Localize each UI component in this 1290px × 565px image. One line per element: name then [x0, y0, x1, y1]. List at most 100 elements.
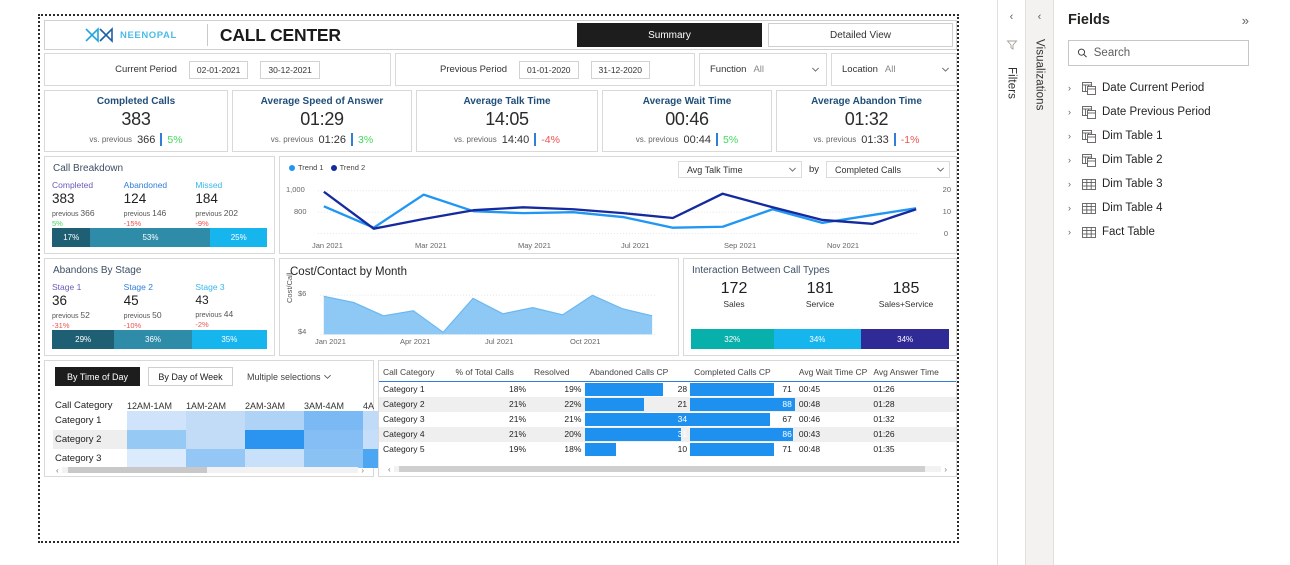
- previous-period-start[interactable]: 01-01-2020: [519, 60, 579, 79]
- search-input[interactable]: [1093, 47, 1240, 59]
- field-item-dim-table-1[interactable]: › Dim Table 1: [1068, 124, 1249, 148]
- share-segment[interactable]: 25%: [210, 228, 267, 247]
- heatmap-cell[interactable]: [245, 411, 304, 430]
- heatmap-row-header-label[interactable]: Call Category: [53, 400, 127, 411]
- scrollbar-thumb[interactable]: [399, 466, 925, 472]
- function-value: All: [753, 63, 764, 75]
- current-period-start[interactable]: 02-01-2021: [188, 60, 249, 79]
- heatmap-row-label[interactable]: Category 1: [53, 411, 127, 430]
- function-slicer[interactable]: Function All: [699, 53, 827, 86]
- breakdown-delta: -9%: [195, 219, 209, 228]
- detail-table-horizontal-scrollbar[interactable]: ‹ ›: [385, 465, 950, 474]
- heatmap-cell[interactable]: [127, 411, 186, 430]
- location-slicer[interactable]: Location All: [831, 53, 957, 86]
- scroll-right-icon[interactable]: ›: [358, 466, 367, 475]
- panel-title: Interaction Between Call Types: [692, 265, 830, 276]
- measure-selector[interactable]: Avg Talk Time: [677, 161, 802, 178]
- column-header-resolved[interactable]: Resolved: [530, 361, 586, 382]
- panel-title: Abandons By Stage: [53, 265, 142, 276]
- heatmap-column-header[interactable]: 2AM-3AM: [245, 401, 304, 411]
- legend-item-trend-2[interactable]: Trend 2: [330, 163, 365, 172]
- chevron-right-icon[interactable]: ›: [1068, 131, 1076, 141]
- field-item-dim-table-4[interactable]: › Dim Table 4: [1068, 196, 1249, 220]
- field-item-dim-table-3[interactable]: › Dim Table 3: [1068, 172, 1249, 196]
- heatmap-column-header[interactable]: 1AM-2AM: [186, 401, 245, 411]
- table-row[interactable]: Category 1 18% 19% 28 71 00:45 01:26: [379, 382, 956, 397]
- heatmap-cell[interactable]: [127, 430, 186, 449]
- heatmap-tabs: By Time of Day By Day of Week Multiple s…: [45, 361, 373, 386]
- chevron-right-icon[interactable]: ›: [1068, 179, 1076, 189]
- field-name: Dim Table 4: [1102, 202, 1163, 214]
- heatmap-column-header[interactable]: 3AM-4AM: [304, 401, 363, 411]
- field-item-fact-table[interactable]: › Fact Table: [1068, 220, 1249, 244]
- share-segment[interactable]: 17%: [52, 228, 91, 247]
- column-header-call-category[interactable]: Call Category: [379, 361, 452, 382]
- heatmap-cell[interactable]: [186, 411, 245, 430]
- share-segment[interactable]: 35%: [191, 330, 267, 349]
- scrollbar-thumb[interactable]: [67, 467, 208, 473]
- scrollbar-track[interactable]: [393, 466, 942, 472]
- current-period-slicer[interactable]: Current Period 02-01-2021 30-12-2021: [44, 53, 391, 86]
- chevron-right-icon[interactable]: ›: [1068, 83, 1076, 93]
- heatmap-column-header[interactable]: 12AM-1AM: [127, 401, 186, 411]
- table-row[interactable]: Category 5 19% 18% 10 71 00:48 01:35: [379, 442, 956, 457]
- table-row[interactable]: Category 2 21% 22% 21 88 00:48 01:28: [379, 396, 956, 412]
- report-canvas-area: NEENOPAL CALL CENTER Summary Detailed Vi…: [0, 0, 997, 565]
- heatmap-row-label[interactable]: Category 2: [53, 430, 127, 449]
- chevron-down-icon: [323, 374, 331, 379]
- stage-label: Stage 1: [52, 282, 82, 292]
- share-segment[interactable]: 32%: [691, 329, 774, 349]
- expand-fields-icon[interactable]: »: [1242, 13, 1249, 28]
- column-header-avg-wait-time-cp[interactable]: Avg Wait Time CP: [794, 361, 870, 382]
- chevron-right-icon[interactable]: ›: [1068, 203, 1076, 213]
- share-segment[interactable]: 34%: [861, 329, 949, 349]
- scrollbar-track[interactable]: [61, 467, 359, 473]
- tab-detailed-view[interactable]: Detailed View: [768, 23, 953, 47]
- collapse-visualizations-icon[interactable]: ‹: [1038, 12, 1042, 23]
- column-header-completed-calls-cp[interactable]: Completed Calls CP: [690, 361, 795, 382]
- chevron-right-icon[interactable]: ›: [1068, 107, 1076, 117]
- column-header-pct-total-calls[interactable]: % of Total Calls: [451, 361, 531, 382]
- field-name: Dim Table 3: [1102, 178, 1163, 190]
- field-item-date-previous-period[interactable]: › Date Previous Period: [1068, 100, 1249, 124]
- tab-by-day-of-week[interactable]: By Day of Week: [148, 367, 233, 386]
- chevron-right-icon[interactable]: ›: [1068, 155, 1076, 165]
- visualizations-pane-collapsed[interactable]: ‹ Visualizations: [1025, 0, 1053, 565]
- tab-summary[interactable]: Summary: [577, 23, 762, 47]
- scroll-left-icon[interactable]: ‹: [385, 465, 394, 474]
- share-segment[interactable]: 34%: [773, 329, 862, 349]
- field-item-dim-table-2[interactable]: › Dim Table 2: [1068, 148, 1249, 172]
- table-row[interactable]: Category 3 21% 21% 34 67 00:46 01:32: [379, 412, 956, 427]
- collapse-filters-icon[interactable]: ‹: [1010, 12, 1014, 23]
- heatmap-cell[interactable]: [304, 411, 363, 430]
- cell-completed-value: 71: [782, 444, 792, 454]
- share-segment[interactable]: 53%: [90, 228, 211, 247]
- scroll-left-icon[interactable]: ‹: [53, 466, 62, 475]
- scroll-right-icon[interactable]: ›: [941, 465, 950, 474]
- multiple-selections-dropdown[interactable]: Multiple selections: [247, 372, 332, 382]
- heatmap-horizontal-scrollbar[interactable]: ‹ ›: [53, 466, 367, 475]
- cell-abandoned-value: 10: [677, 444, 688, 454]
- location-label: Location: [842, 64, 878, 75]
- heatmap-cell[interactable]: [186, 430, 245, 449]
- tab-by-time-of-day[interactable]: By Time of Day: [55, 367, 140, 386]
- kpi-value: 00:46: [665, 109, 709, 129]
- by-selector[interactable]: Completed Calls: [826, 161, 950, 178]
- share-segment[interactable]: 29%: [52, 330, 115, 349]
- chevron-right-icon[interactable]: ›: [1068, 227, 1076, 237]
- field-item-date-current-period[interactable]: › Date Current Period: [1068, 76, 1249, 100]
- previous-period-slicer[interactable]: Previous Period 01-01-2020 31-12-2020: [395, 53, 695, 86]
- share-segment[interactable]: 36%: [114, 330, 192, 349]
- column-header-abandoned-calls-cp[interactable]: Abandoned Calls CP: [585, 361, 691, 382]
- legend-item-trend-1[interactable]: Trend 1: [289, 163, 324, 172]
- table-row[interactable]: Category 4 21% 20% 31 86 00:43 01:26: [379, 426, 956, 442]
- date-table-icon: [1082, 153, 1096, 167]
- column-header-avg-answer-time[interactable]: Avg Answer Time: [869, 361, 956, 382]
- current-period-end[interactable]: 30-12-2021: [260, 60, 320, 79]
- heatmap-cell[interactable]: [304, 430, 363, 449]
- fields-search-box[interactable]: [1068, 40, 1249, 66]
- heatmap-cell[interactable]: [245, 430, 304, 449]
- previous-period-end[interactable]: 31-12-2020: [590, 60, 651, 79]
- filters-pane-collapsed[interactable]: ‹ Filters: [997, 0, 1025, 565]
- x-axis-tick: Jul 2021: [621, 241, 650, 250]
